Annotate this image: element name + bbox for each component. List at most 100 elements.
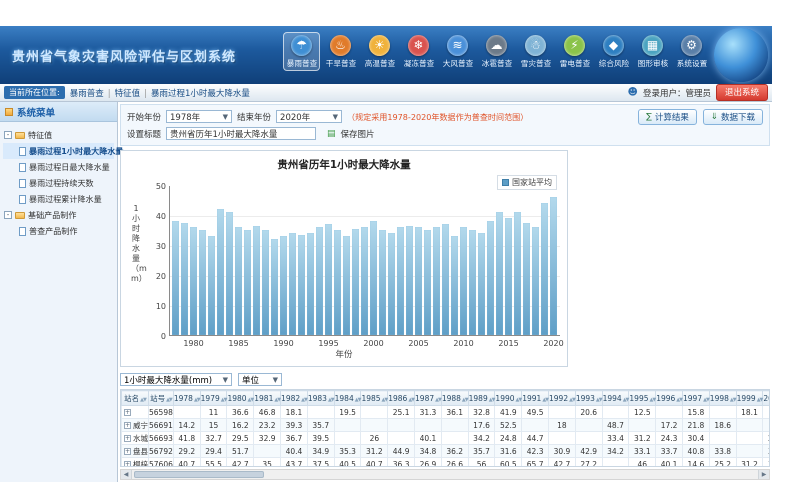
sort-icons[interactable]: ▲▼: [676, 397, 682, 403]
horizontal-scrollbar[interactable]: ◀ ▶: [120, 469, 770, 480]
nav-item[interactable]: ⚡雷电普查: [556, 32, 593, 71]
sort-icons[interactable]: ▲▼: [248, 397, 254, 403]
chart-title-input[interactable]: [166, 127, 316, 140]
start-year-select[interactable]: 1978年 ▼: [166, 110, 232, 123]
nav-item[interactable]: ≋大风普查: [439, 32, 476, 71]
row-expand-icon[interactable]: +: [124, 409, 131, 416]
sort-icons[interactable]: ▲▼: [757, 397, 763, 403]
nav-item[interactable]: ☀高温普查: [361, 32, 398, 71]
col-header[interactable]: 站名▲▼: [122, 391, 149, 406]
sort-icons[interactable]: ▲▼: [542, 397, 548, 403]
col-header-year[interactable]: 1981▲▼: [254, 391, 281, 406]
sort-icons[interactable]: ▲▼: [408, 397, 414, 403]
col-header-year[interactable]: 1978▲▼: [173, 391, 200, 406]
nav-item[interactable]: ☂暴雨普查: [283, 32, 320, 71]
col-header[interactable]: 站号▲▼: [149, 391, 174, 406]
col-header-year[interactable]: 1985▲▼: [361, 391, 388, 406]
sort-icons[interactable]: ▲▼: [194, 397, 200, 403]
end-year-select[interactable]: 2020年 ▼: [276, 110, 342, 123]
table-row[interactable]: +盘县5679229.229.451.740.434.935.331.244.9…: [122, 445, 771, 458]
col-header-year[interactable]: 1986▲▼: [388, 391, 415, 406]
row-expand-icon[interactable]: +: [124, 435, 131, 442]
tree-folder[interactable]: -特征值: [3, 127, 114, 143]
sort-icons[interactable]: ▲▼: [274, 397, 280, 403]
row-expand-icon[interactable]: +: [124, 422, 131, 429]
col-header-year[interactable]: 1984▲▼: [334, 391, 361, 406]
sort-icons[interactable]: ▲▼: [462, 397, 468, 403]
tree-item[interactable]: 暴雨过程累计降水量: [3, 191, 114, 207]
col-header-year[interactable]: 1987▲▼: [415, 391, 442, 406]
table-row[interactable]: +水城5669341.832.729.532.936.739.52640.134…: [122, 432, 771, 445]
unit-filter-select[interactable]: 单位 ▼: [238, 373, 282, 386]
sort-icons[interactable]: ▲▼: [596, 397, 602, 403]
toolbar-button[interactable]: ⇓数据下载: [703, 109, 763, 125]
tree-item[interactable]: 普查产品制作: [3, 223, 114, 239]
sort-icons[interactable]: ▲▼: [435, 397, 441, 403]
sort-icons[interactable]: ▲▼: [516, 397, 522, 403]
col-header-year[interactable]: 1983▲▼: [307, 391, 334, 406]
breadcrumb-bar: 当前所在位置: 暴雨普查|特征值|暴雨过程1小时最大降水量 ☻ 登录用户：管理员…: [0, 84, 772, 102]
sort-icons[interactable]: ▲▼: [166, 397, 172, 403]
nav-item[interactable]: ♨干旱普查: [322, 32, 359, 71]
col-header-year[interactable]: 1988▲▼: [441, 391, 468, 406]
col-header-year[interactable]: 1996▲▼: [656, 391, 683, 406]
tree-item[interactable]: 暴雨过程持续天数: [3, 175, 114, 191]
table-row[interactable]: +威宁5669114.21516.223.239.335.717.652.518…: [122, 419, 771, 432]
col-header-year[interactable]: 1998▲▼: [709, 391, 736, 406]
toolbar-button[interactable]: ∑计算结果: [638, 109, 697, 125]
col-header-year[interactable]: 1997▲▼: [683, 391, 710, 406]
sort-icons[interactable]: ▲▼: [730, 397, 736, 403]
nav-item[interactable]: ☃雪灾普查: [517, 32, 554, 71]
start-year-value: 1978年: [170, 111, 200, 123]
col-header-year[interactable]: 1991▲▼: [522, 391, 549, 406]
table-row[interactable]: +565981136.646.818.119.525.131.336.132.8…: [122, 406, 771, 419]
breadcrumb-item[interactable]: 暴雨普查: [70, 89, 104, 99]
col-header-year[interactable]: 1982▲▼: [281, 391, 308, 406]
sort-icons[interactable]: ▲▼: [301, 397, 307, 403]
nav-item[interactable]: ⚙系统设置: [673, 32, 710, 71]
breadcrumb-item[interactable]: 特征值: [115, 89, 141, 99]
col-header-year[interactable]: 1999▲▼: [736, 391, 763, 406]
table-row[interactable]: +桐梓5760640.755.542.73543.737.540.540.736…: [122, 458, 771, 468]
sort-icons[interactable]: ▲▼: [489, 397, 495, 403]
sort-icons[interactable]: ▲▼: [355, 397, 361, 403]
y-tick-label: 40: [146, 212, 166, 221]
scrollbar-thumb[interactable]: [134, 471, 264, 478]
scroll-left-icon[interactable]: ◀: [121, 470, 132, 479]
sort-icons[interactable]: ▲▼: [328, 397, 334, 403]
nav-item[interactable]: ☁冰雹普查: [478, 32, 515, 71]
save-image-link[interactable]: 保存图片: [341, 128, 375, 140]
col-header-year[interactable]: 1993▲▼: [575, 391, 602, 406]
value-cell: 29.5: [227, 432, 254, 445]
row-expand-icon[interactable]: +: [124, 461, 131, 467]
sort-icons[interactable]: ▲▼: [650, 397, 656, 403]
col-header-year[interactable]: 1979▲▼: [200, 391, 227, 406]
scroll-right-icon[interactable]: ▶: [758, 470, 769, 479]
element-filter-select[interactable]: 1小时最大降水量(mm) ▼: [120, 373, 232, 386]
nav-item[interactable]: ▦图形审核: [634, 32, 671, 71]
col-header-year[interactable]: 1994▲▼: [602, 391, 629, 406]
tree-item[interactable]: 暴雨过程1小时最大降水量: [3, 143, 114, 159]
tree-folder[interactable]: -基础产品制作: [3, 207, 114, 223]
nav-item[interactable]: ◆综合风险: [595, 32, 632, 71]
breadcrumb-item[interactable]: 暴雨过程1小时最大降水量: [151, 89, 250, 99]
col-header-year[interactable]: 1995▲▼: [629, 391, 656, 406]
sort-icons[interactable]: ▲▼: [221, 397, 227, 403]
col-header-year[interactable]: 1990▲▼: [495, 391, 522, 406]
col-header-year[interactable]: 1980▲▼: [227, 391, 254, 406]
sort-icons[interactable]: ▲▼: [623, 397, 629, 403]
sort-icons[interactable]: ▲▼: [703, 397, 709, 403]
col-header-year[interactable]: 1989▲▼: [468, 391, 495, 406]
logout-button[interactable]: 退出系统: [716, 84, 768, 101]
row-expand-icon[interactable]: +: [124, 448, 131, 455]
collapse-icon[interactable]: -: [4, 211, 12, 219]
nav-item[interactable]: ❄凝冻普查: [400, 32, 437, 71]
sort-icons[interactable]: ▲▼: [140, 397, 146, 403]
sort-icons[interactable]: ▲▼: [382, 397, 388, 403]
col-header-year[interactable]: 2000▲▼: [763, 391, 770, 406]
value-cell: [709, 432, 736, 445]
collapse-icon[interactable]: -: [4, 131, 12, 139]
tree-item[interactable]: 暴雨过程日最大降水量: [3, 159, 114, 175]
sort-icons[interactable]: ▲▼: [569, 397, 575, 403]
col-header-year[interactable]: 1992▲▼: [549, 391, 576, 406]
